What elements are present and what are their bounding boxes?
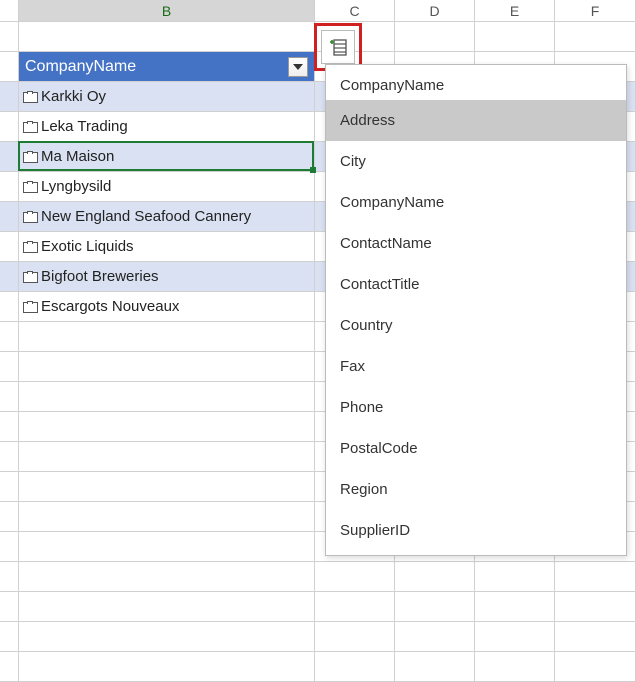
cell[interactable] <box>395 22 475 51</box>
record-value: Exotic Liquids <box>41 238 134 255</box>
record-cell[interactable]: Exotic Liquids <box>19 232 315 261</box>
cell[interactable] <box>315 652 395 681</box>
blank-row <box>0 562 636 592</box>
field-option[interactable]: Address <box>326 100 626 141</box>
blank-row <box>0 22 636 52</box>
chevron-down-icon <box>293 64 303 70</box>
blank-row <box>0 652 636 682</box>
cell[interactable] <box>475 652 555 681</box>
column-header-e[interactable]: E <box>475 0 555 21</box>
record-icon <box>23 271 37 283</box>
record-icon <box>23 211 37 223</box>
record-icon <box>23 91 37 103</box>
field-option[interactable]: Fax <box>326 346 626 387</box>
cell[interactable] <box>19 412 315 441</box>
record-value: Ma Maison <box>41 148 114 165</box>
cell[interactable] <box>555 592 636 621</box>
record-value: Leka Trading <box>41 118 128 135</box>
record-cell[interactable]: Bigfoot Breweries <box>19 262 315 291</box>
cell[interactable] <box>555 652 636 681</box>
record-value: Lyngbysild <box>41 178 111 195</box>
record-cell[interactable]: Leka Trading <box>19 112 315 141</box>
record-cell[interactable]: Lyngbysild <box>19 172 315 201</box>
cell[interactable] <box>475 592 555 621</box>
add-column-button[interactable] <box>321 30 355 64</box>
cell[interactable] <box>555 562 636 591</box>
add-column-icon <box>328 37 348 57</box>
field-option[interactable]: ContactTitle <box>326 264 626 305</box>
column-headers-row: B C D E F <box>0 0 636 22</box>
record-value: Karkki Oy <box>41 88 106 105</box>
cell[interactable] <box>315 622 395 651</box>
popup-title: CompanyName <box>326 69 626 100</box>
record-icon <box>23 121 37 133</box>
cell[interactable] <box>19 502 315 531</box>
field-option[interactable]: Region <box>326 469 626 510</box>
cell[interactable] <box>19 352 315 381</box>
record-icon <box>23 151 37 163</box>
record-cell[interactable]: New England Seafood Cannery <box>19 202 315 231</box>
cell[interactable] <box>19 442 315 471</box>
cell[interactable] <box>315 562 395 591</box>
table-header-cell[interactable]: CompanyName <box>19 52 315 81</box>
column-header-b[interactable]: B <box>19 0 315 21</box>
column-header-d[interactable]: D <box>395 0 475 21</box>
record-icon <box>23 241 37 253</box>
record-icon <box>23 301 37 313</box>
column-header-c[interactable]: C <box>315 0 395 21</box>
header-stub <box>0 0 19 21</box>
record-value: New England Seafood Cannery <box>41 208 251 225</box>
cell[interactable] <box>19 322 315 351</box>
cell[interactable] <box>19 22 315 51</box>
blank-row <box>0 622 636 652</box>
cell[interactable] <box>395 652 475 681</box>
cell[interactable] <box>19 652 315 681</box>
field-option[interactable]: Phone <box>326 387 626 428</box>
field-picker-popup: CompanyName AddressCityCompanyNameContac… <box>325 64 627 556</box>
record-cell[interactable]: Ma Maison <box>19 142 315 171</box>
column-header-f[interactable]: F <box>555 0 636 21</box>
cell[interactable] <box>475 622 555 651</box>
cell[interactable] <box>395 592 475 621</box>
filter-dropdown-button[interactable] <box>288 57 308 77</box>
field-option[interactable]: City <box>326 141 626 182</box>
field-option[interactable]: PostalCode <box>326 428 626 469</box>
cell[interactable] <box>395 562 475 591</box>
cell[interactable] <box>19 592 315 621</box>
blank-row <box>0 592 636 622</box>
cell[interactable] <box>475 562 555 591</box>
record-cell[interactable]: Karkki Oy <box>19 82 315 111</box>
cell[interactable] <box>19 562 315 591</box>
field-option[interactable]: SupplierID <box>326 510 626 551</box>
field-option[interactable]: ContactName <box>326 223 626 264</box>
table-header-label: CompanyName <box>25 58 288 76</box>
cell[interactable] <box>555 622 636 651</box>
cell[interactable] <box>19 472 315 501</box>
record-icon <box>23 181 37 193</box>
cell[interactable] <box>475 22 555 51</box>
cell[interactable] <box>555 22 636 51</box>
cell[interactable] <box>315 592 395 621</box>
field-option[interactable]: Country <box>326 305 626 346</box>
record-cell[interactable]: Escargots Nouveaux <box>19 292 315 321</box>
record-value: Bigfoot Breweries <box>41 268 159 285</box>
record-value: Escargots Nouveaux <box>41 298 179 315</box>
cell[interactable] <box>19 622 315 651</box>
cell[interactable] <box>19 532 315 561</box>
cell[interactable] <box>19 382 315 411</box>
field-option[interactable]: CompanyName <box>326 182 626 223</box>
cell[interactable] <box>395 622 475 651</box>
